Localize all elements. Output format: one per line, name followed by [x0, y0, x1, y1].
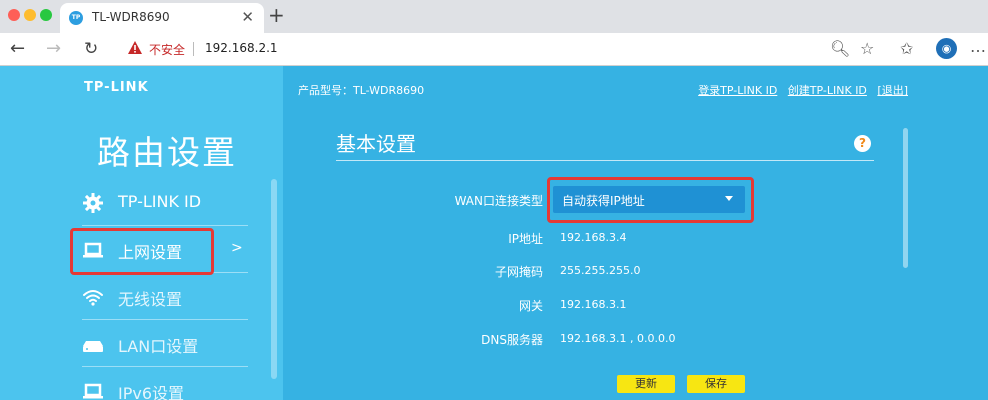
laptop-icon: [83, 383, 103, 399]
help-icon[interactable]: ?: [854, 135, 871, 152]
browser-toolbar: ← → ↻ 不安全 192.168.2.1 🔍︎ ☆ ✩ ◉ …: [0, 33, 988, 66]
gateway-value: 192.168.3.1: [560, 298, 627, 311]
refresh-button[interactable]: 更新: [617, 375, 675, 393]
tab-close-icon[interactable]: ✕: [241, 8, 254, 26]
sidebar-scrollbar[interactable]: [271, 179, 277, 379]
browser-tab[interactable]: TP TL-WDR8690 ✕: [60, 3, 264, 33]
address-bar[interactable]: 192.168.2.1: [205, 41, 278, 55]
sidebar-item-label: 无线设置: [118, 290, 183, 309]
maximize-window-button[interactable]: [40, 9, 52, 21]
divider: [336, 160, 874, 161]
sidebar-item-tp-link-id[interactable]: TP-LINK ID: [82, 180, 248, 226]
router-icon: [83, 341, 103, 352]
section-title: 基本设置: [336, 132, 416, 156]
ip-value: 192.168.3.4: [560, 231, 627, 244]
main-scrollbar[interactable]: [903, 128, 908, 268]
dns-label: DNS服务器: [481, 333, 543, 347]
gear-icon: [83, 193, 103, 213]
zoom-icon[interactable]: 🔍︎: [830, 38, 850, 60]
wifi-icon: [83, 290, 103, 306]
sidebar-item-ipv6[interactable]: IPv6设置: [82, 368, 248, 400]
ip-label: IP地址: [508, 232, 543, 246]
create-account-link[interactable]: 创建TP-LINK ID: [788, 84, 867, 97]
close-window-button[interactable]: [8, 9, 20, 21]
profile-icon[interactable]: ◉: [936, 38, 957, 59]
sidebar-item-label: TP-LINK ID: [118, 192, 202, 211]
favorites-icon[interactable]: ✩: [900, 38, 913, 60]
star-icon[interactable]: ☆: [860, 38, 874, 60]
divider: [193, 42, 194, 56]
back-icon[interactable]: ←: [10, 38, 25, 60]
save-button[interactable]: 保存: [687, 375, 745, 393]
more-icon[interactable]: …: [970, 36, 986, 58]
sidebar-item-wireless[interactable]: 无线设置: [82, 274, 248, 320]
new-tab-button[interactable]: +: [268, 4, 285, 26]
gateway-label: 网关: [518, 299, 543, 313]
tp-link-favicon-icon: TP: [69, 11, 83, 25]
router-main-panel: 产品型号：TL-WDR8690 登录TP-LINK ID 创建TP-LINK I…: [283, 66, 988, 400]
tab-title: TL-WDR8690: [92, 10, 170, 24]
login-link[interactable]: 登录TP-LINK ID: [698, 84, 777, 97]
account-links: 登录TP-LINK ID 创建TP-LINK ID [退出]: [691, 82, 908, 98]
reload-icon[interactable]: ↻: [84, 38, 98, 60]
sidebar-item-lan[interactable]: LAN口设置: [82, 321, 248, 367]
browser-tab-bar: TP TL-WDR8690 ✕ +: [0, 0, 988, 33]
sidebar-item-label: LAN口设置: [118, 337, 199, 356]
warning-icon: [128, 41, 142, 54]
product-model: 产品型号：TL-WDR8690: [298, 84, 425, 97]
highlight-box: [547, 177, 754, 223]
mask-label: 子网掩码: [494, 265, 543, 279]
wan-type-label: WAN口连接类型: [454, 194, 543, 208]
minimize-window-button[interactable]: [24, 9, 36, 21]
highlight-box: [70, 228, 214, 275]
logout-link[interactable]: [退出]: [877, 84, 908, 97]
mask-value: 255.255.255.0: [560, 264, 641, 277]
sidebar-item-label: IPv6设置: [118, 384, 185, 400]
router-sidebar: TP-LINK 路由设置 TP-LINK ID 上网设置 > 无线设置 LAN口…: [0, 66, 283, 400]
tp-link-logo: TP-LINK: [84, 80, 149, 95]
sidebar-title: 路由设置: [97, 133, 237, 172]
forward-icon[interactable]: →: [46, 38, 61, 60]
security-status[interactable]: 不安全: [149, 41, 185, 58]
dns-value: 192.168.3.1 , 0.0.0.0: [560, 332, 676, 345]
chevron-right-icon: >: [231, 240, 243, 256]
